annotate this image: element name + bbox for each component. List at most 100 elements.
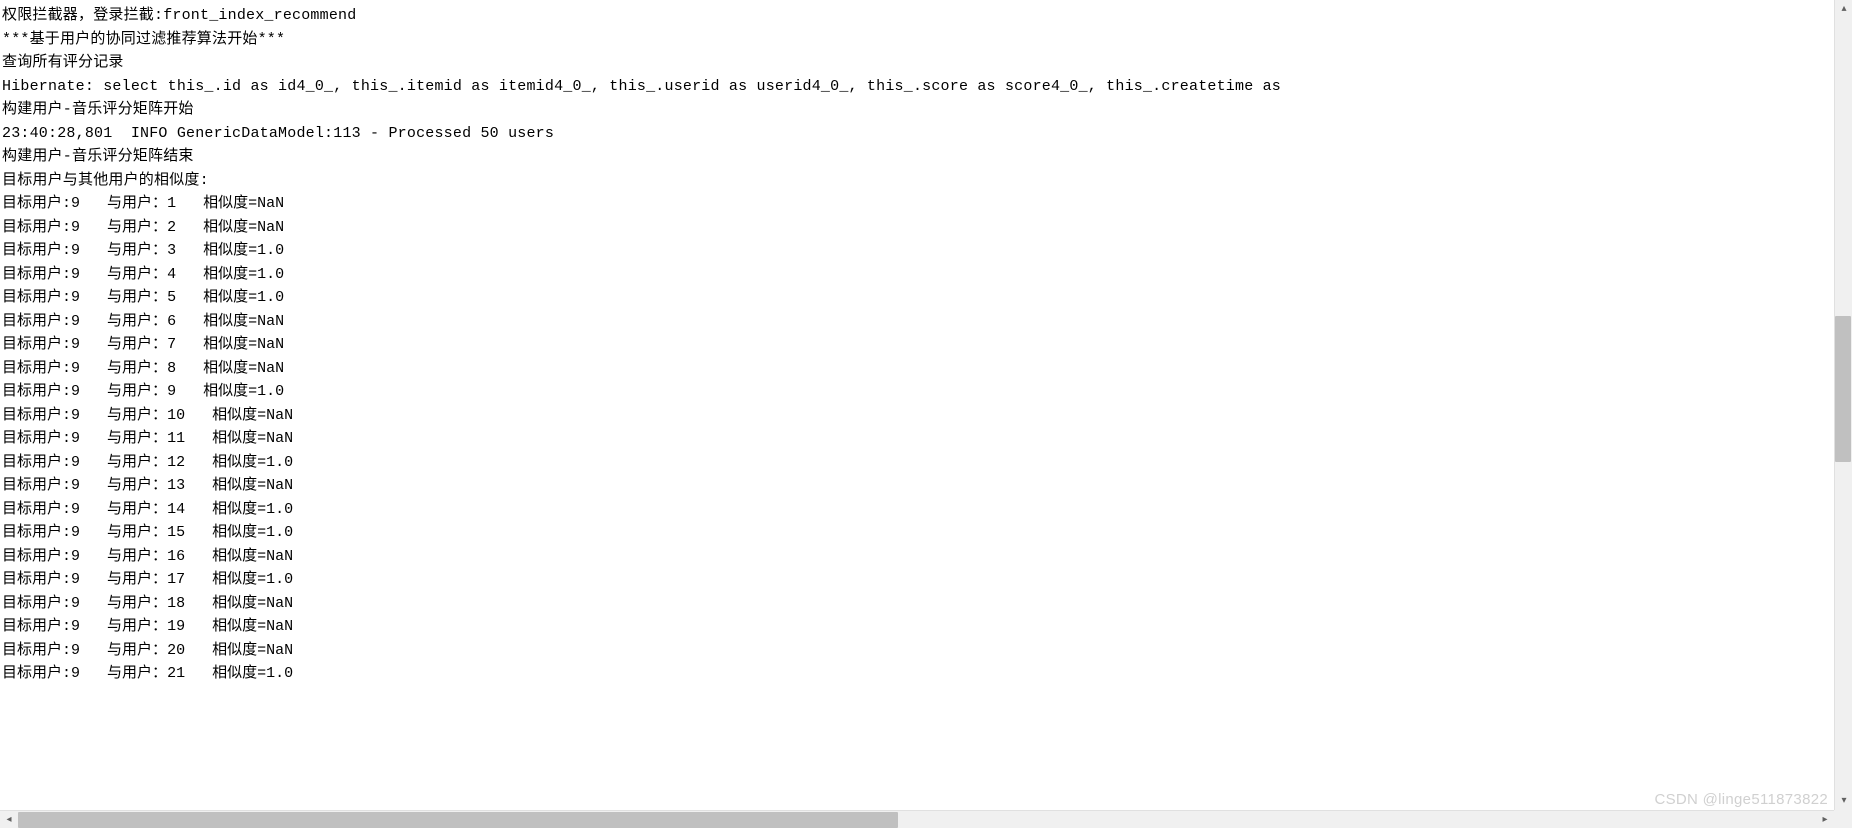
target-user-label: 目标用户:	[2, 477, 71, 494]
spacer	[80, 336, 107, 353]
spacer	[176, 195, 203, 212]
scroll-down-arrow-icon[interactable]: ▾	[1835, 792, 1852, 810]
log-line: 23:40:28,801 INFO GenericDataModel:113 -…	[2, 122, 1830, 146]
log-line: 目标用户与其他用户的相似度:	[2, 169, 1830, 193]
horizontal-scrollbar[interactable]: ◂ ▸	[0, 810, 1834, 828]
compare-user-id: 15	[167, 524, 185, 541]
spacer	[80, 360, 107, 377]
similarity-row: 目标用户:9 与用户：21 相似度=1.0	[2, 662, 1830, 686]
log-line: 构建用户-音乐评分矩阵结束	[2, 145, 1830, 169]
spacer	[80, 407, 107, 424]
compare-user-label: 与用户：	[107, 501, 167, 518]
log-line: 查询所有评分记录	[2, 51, 1830, 75]
compare-user-id: 2	[167, 219, 176, 236]
spacer	[185, 571, 212, 588]
target-user-label: 目标用户:	[2, 219, 71, 236]
similarity-row: 目标用户:9 与用户：11 相似度=NaN	[2, 427, 1830, 451]
spacer	[176, 313, 203, 330]
similarity-label: 相似度=	[203, 195, 257, 212]
similarity-value: 1.0	[257, 383, 284, 400]
compare-user-id: 7	[167, 336, 176, 353]
similarity-label: 相似度=	[203, 383, 257, 400]
similarity-value: 1.0	[257, 242, 284, 259]
similarity-label: 相似度=	[203, 219, 257, 236]
similarity-label: 相似度=	[203, 313, 257, 330]
target-user-id: 9	[71, 477, 80, 494]
target-user-label: 目标用户:	[2, 454, 71, 471]
target-user-label: 目标用户:	[2, 665, 71, 682]
compare-user-id: 20	[167, 642, 185, 659]
similarity-value: NaN	[266, 548, 293, 565]
compare-user-label: 与用户：	[107, 548, 167, 565]
compare-user-id: 12	[167, 454, 185, 471]
similarity-value: NaN	[257, 360, 284, 377]
similarity-row: 目标用户:9 与用户：19 相似度=NaN	[2, 615, 1830, 639]
spacer	[80, 454, 107, 471]
target-user-id: 9	[71, 360, 80, 377]
spacer	[176, 266, 203, 283]
spacer	[80, 665, 107, 682]
spacer	[80, 195, 107, 212]
similarity-row: 目标用户:9 与用户：10 相似度=NaN	[2, 404, 1830, 428]
similarity-value: NaN	[266, 430, 293, 447]
target-user-id: 9	[71, 595, 80, 612]
target-user-id: 9	[71, 571, 80, 588]
compare-user-id: 8	[167, 360, 176, 377]
log-line: ***基于用户的协同过滤推荐算法开始***	[2, 28, 1830, 52]
target-user-id: 9	[71, 195, 80, 212]
similarity-label: 相似度=	[203, 266, 257, 283]
similarity-value: 1.0	[266, 571, 293, 588]
similarity-row: 目标用户:9 与用户：5 相似度=1.0	[2, 286, 1830, 310]
target-user-id: 9	[71, 219, 80, 236]
compare-user-label: 与用户：	[107, 595, 167, 612]
target-user-id: 9	[71, 524, 80, 541]
similarity-label: 相似度=	[203, 336, 257, 353]
similarity-value: 1.0	[266, 524, 293, 541]
similarity-value: 1.0	[257, 289, 284, 306]
compare-user-label: 与用户：	[107, 477, 167, 494]
spacer	[80, 383, 107, 400]
target-user-label: 目标用户:	[2, 548, 71, 565]
similarity-label: 相似度=	[212, 454, 266, 471]
target-user-id: 9	[71, 336, 80, 353]
scroll-up-arrow-icon[interactable]: ▴	[1835, 0, 1852, 18]
compare-user-id: 1	[167, 195, 176, 212]
spacer	[80, 595, 107, 612]
similarity-row: 目标用户:9 与用户：16 相似度=NaN	[2, 545, 1830, 569]
similarity-label: 相似度=	[203, 242, 257, 259]
similarity-row: 目标用户:9 与用户：6 相似度=NaN	[2, 310, 1830, 334]
horizontal-scrollbar-thumb[interactable]	[18, 812, 898, 828]
similarity-row: 目标用户:9 与用户：20 相似度=NaN	[2, 639, 1830, 663]
vertical-scrollbar[interactable]: ▴ ▾	[1834, 0, 1852, 810]
target-user-id: 9	[71, 242, 80, 259]
compare-user-id: 13	[167, 477, 185, 494]
target-user-id: 9	[71, 665, 80, 682]
target-user-id: 9	[71, 454, 80, 471]
spacer	[80, 313, 107, 330]
target-user-label: 目标用户:	[2, 642, 71, 659]
scroll-right-arrow-icon[interactable]: ▸	[1816, 811, 1834, 829]
target-user-id: 9	[71, 266, 80, 283]
log-line: Hibernate: select this_.id as id4_0_, th…	[2, 75, 1830, 99]
target-user-label: 目标用户:	[2, 501, 71, 518]
similarity-label: 相似度=	[212, 665, 266, 682]
spacer	[185, 642, 212, 659]
compare-user-id: 16	[167, 548, 185, 565]
compare-user-id: 6	[167, 313, 176, 330]
similarity-value: NaN	[266, 618, 293, 635]
similarity-label: 相似度=	[203, 289, 257, 306]
log-line: 构建用户-音乐评分矩阵开始	[2, 98, 1830, 122]
target-user-label: 目标用户:	[2, 336, 71, 353]
console-output: 权限拦截器，登录拦截:front_index_recommend***基于用户的…	[0, 0, 1832, 808]
similarity-row: 目标用户:9 与用户：14 相似度=1.0	[2, 498, 1830, 522]
similarity-row: 目标用户:9 与用户：1 相似度=NaN	[2, 192, 1830, 216]
similarity-label: 相似度=	[212, 407, 266, 424]
target-user-label: 目标用户:	[2, 571, 71, 588]
spacer	[176, 242, 203, 259]
scroll-left-arrow-icon[interactable]: ◂	[0, 811, 18, 829]
vertical-scrollbar-thumb[interactable]	[1835, 316, 1851, 462]
spacer	[185, 618, 212, 635]
target-user-label: 目标用户:	[2, 360, 71, 377]
spacer	[176, 336, 203, 353]
similarity-row: 目标用户:9 与用户：9 相似度=1.0	[2, 380, 1830, 404]
